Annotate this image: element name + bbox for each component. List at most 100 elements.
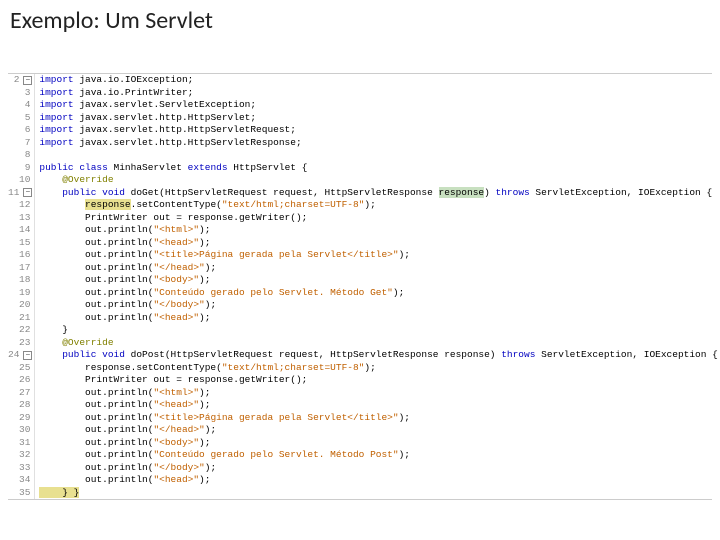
token-ann: @Override <box>62 174 113 185</box>
gutter-row: 32 <box>8 449 32 462</box>
code-line: out.println("</body>"); <box>39 299 717 312</box>
gutter-row: 25 <box>8 362 32 375</box>
fold-icon[interactable]: − <box>23 76 32 85</box>
token: ); <box>205 262 216 273</box>
token-hl-y: response <box>85 199 131 210</box>
code-line: PrintWriter out = response.getWriter(); <box>39 212 717 225</box>
gutter-row: 20 <box>8 299 32 312</box>
token-kw: extends <box>188 162 228 173</box>
gutter-row: 6 <box>8 124 32 137</box>
code-line: @Override <box>39 174 717 187</box>
token-str: "Conteúdo gerado pelo Servlet. Método Ge… <box>153 287 392 298</box>
line-number: 26 <box>19 374 32 387</box>
gutter-row: 31 <box>8 437 32 450</box>
line-number: 13 <box>19 212 32 225</box>
code-line: out.println("<title>Página gerada pela S… <box>39 249 717 262</box>
gutter-row: 22 <box>8 324 32 337</box>
fold-icon[interactable]: − <box>23 351 32 360</box>
token <box>39 337 62 348</box>
line-number: 19 <box>19 287 32 300</box>
token: ); <box>199 274 210 285</box>
code-line: public void doGet(HttpServletRequest req… <box>39 187 717 200</box>
gutter-row: 9 <box>8 162 32 175</box>
code-editor: 2−34567891011−12131415161718192021222324… <box>8 73 712 500</box>
code-line: out.println("Conteúdo gerado pelo Servle… <box>39 287 717 300</box>
token: ); <box>199 312 210 323</box>
token <box>39 199 85 210</box>
token-kw: import <box>39 87 73 98</box>
line-number: 29 <box>19 412 32 425</box>
token-kw: throws <box>501 349 535 360</box>
token: ); <box>199 399 210 410</box>
token: ); <box>199 237 210 248</box>
line-number: 21 <box>19 312 32 325</box>
gutter-row: 2− <box>8 74 32 87</box>
token: ); <box>199 437 210 448</box>
token-kw: import <box>39 112 73 123</box>
token-kw: import <box>39 74 73 85</box>
token-kw: public void <box>62 187 125 198</box>
token: javax.servlet.ServletException; <box>74 99 256 110</box>
token: out.println( <box>39 287 153 298</box>
token-str: "</body>" <box>153 462 204 473</box>
line-number: 18 <box>19 274 32 287</box>
token: out.println( <box>39 474 153 485</box>
token: doGet(HttpServletRequest request, HttpSe… <box>125 187 439 198</box>
token: } <box>39 324 68 335</box>
gutter-row: 33 <box>8 462 32 475</box>
token-str: "</body>" <box>153 299 204 310</box>
code-line: out.println("<body>"); <box>39 437 717 450</box>
line-number: 32 <box>19 449 32 462</box>
token: javax.servlet.http.HttpServlet; <box>74 112 256 123</box>
token: out.println( <box>39 399 153 410</box>
token: HttpServlet { <box>228 162 308 173</box>
line-number: 34 <box>19 474 32 487</box>
token: ); <box>199 474 210 485</box>
line-number: 2 <box>14 74 22 87</box>
token-str: "<body>" <box>153 274 199 285</box>
fold-icon[interactable]: − <box>23 188 32 197</box>
gutter-row: 30 <box>8 424 32 437</box>
code-line: out.println("<head>"); <box>39 237 717 250</box>
token: out.println( <box>39 449 153 460</box>
token-str: "<head>" <box>153 237 199 248</box>
gutter-row: 5 <box>8 112 32 125</box>
token: out.println( <box>39 312 153 323</box>
token: ); <box>393 287 404 298</box>
code-line: out.println("Conteúdo gerado pelo Servle… <box>39 449 717 462</box>
code-line: public class MinhaServlet extends HttpSe… <box>39 162 717 175</box>
code-line: response.setContentType("text/html;chars… <box>39 199 717 212</box>
line-number: 25 <box>19 362 32 375</box>
token: ); <box>399 412 410 423</box>
line-number: 15 <box>19 237 32 250</box>
token: ); <box>199 224 210 235</box>
token: javax.servlet.http.HttpServletResponse; <box>74 137 302 148</box>
token <box>39 349 62 360</box>
code-line: out.println("<html>"); <box>39 387 717 400</box>
line-number: 17 <box>19 262 32 275</box>
line-number: 6 <box>25 124 33 137</box>
token: ); <box>399 249 410 260</box>
code-line: out.println("</body>"); <box>39 462 717 475</box>
line-number: 7 <box>25 137 33 150</box>
code-line: } } <box>39 487 717 500</box>
token-str: "</head>" <box>153 424 204 435</box>
line-number: 12 <box>19 199 32 212</box>
gutter-row: 19 <box>8 287 32 300</box>
token: out.println( <box>39 424 153 435</box>
token: out.println( <box>39 224 153 235</box>
token: out.println( <box>39 274 153 285</box>
code-line: PrintWriter out = response.getWriter(); <box>39 374 717 387</box>
line-number: 20 <box>19 299 32 312</box>
token-str: "<title>Página gerada pela Servlet</titl… <box>153 412 398 423</box>
line-number: 8 <box>25 149 33 162</box>
token: PrintWriter out = response.getWriter(); <box>39 374 307 385</box>
token: out.println( <box>39 299 153 310</box>
token-kw: import <box>39 99 73 110</box>
line-number: 5 <box>25 112 33 125</box>
token <box>39 174 62 185</box>
token-kw: import <box>39 124 73 135</box>
token-kw: import <box>39 137 73 148</box>
gutter-row: 18 <box>8 274 32 287</box>
line-number: 11 <box>8 187 21 200</box>
